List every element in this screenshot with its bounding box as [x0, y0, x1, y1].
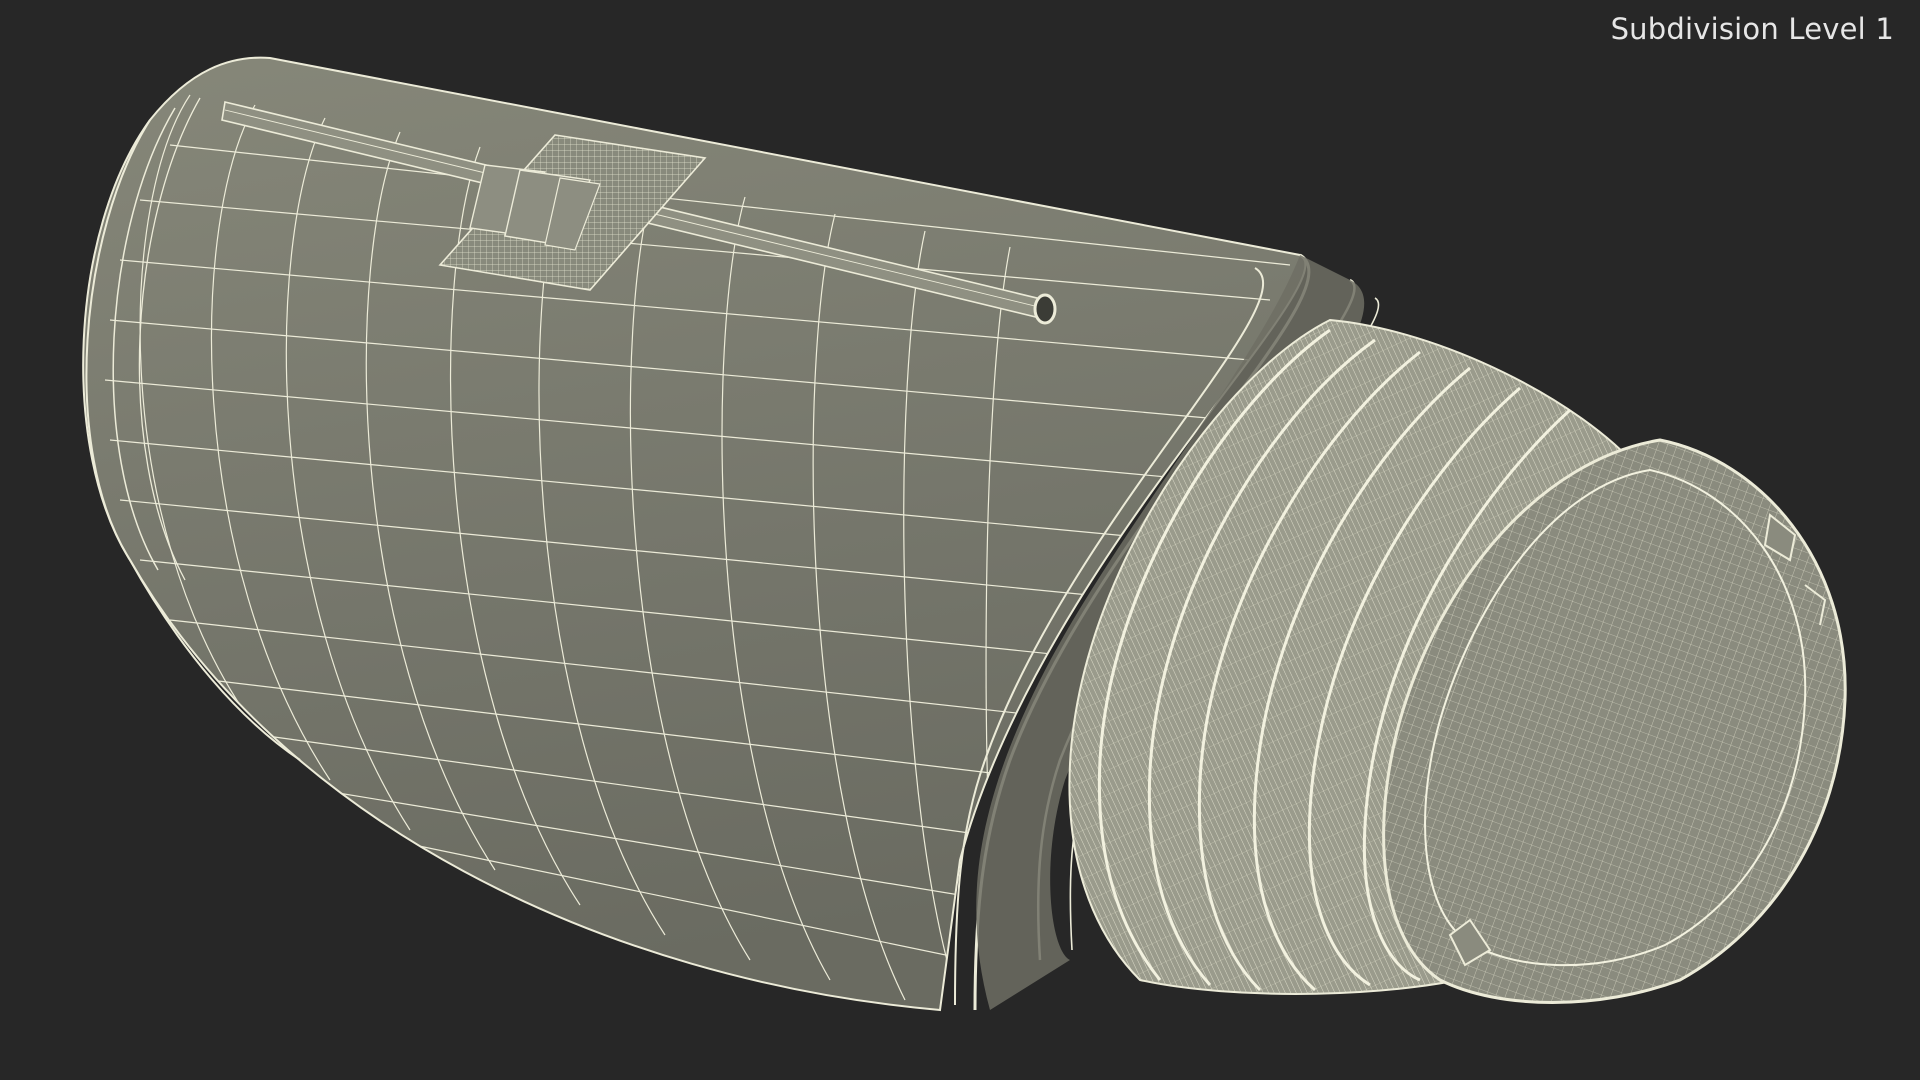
subdivision-level-label: Subdivision Level 1 — [1610, 12, 1894, 46]
render-viewport: Subdivision Level 1 — [0, 0, 1920, 1080]
wireframe-model — [82, 56, 1847, 1012]
